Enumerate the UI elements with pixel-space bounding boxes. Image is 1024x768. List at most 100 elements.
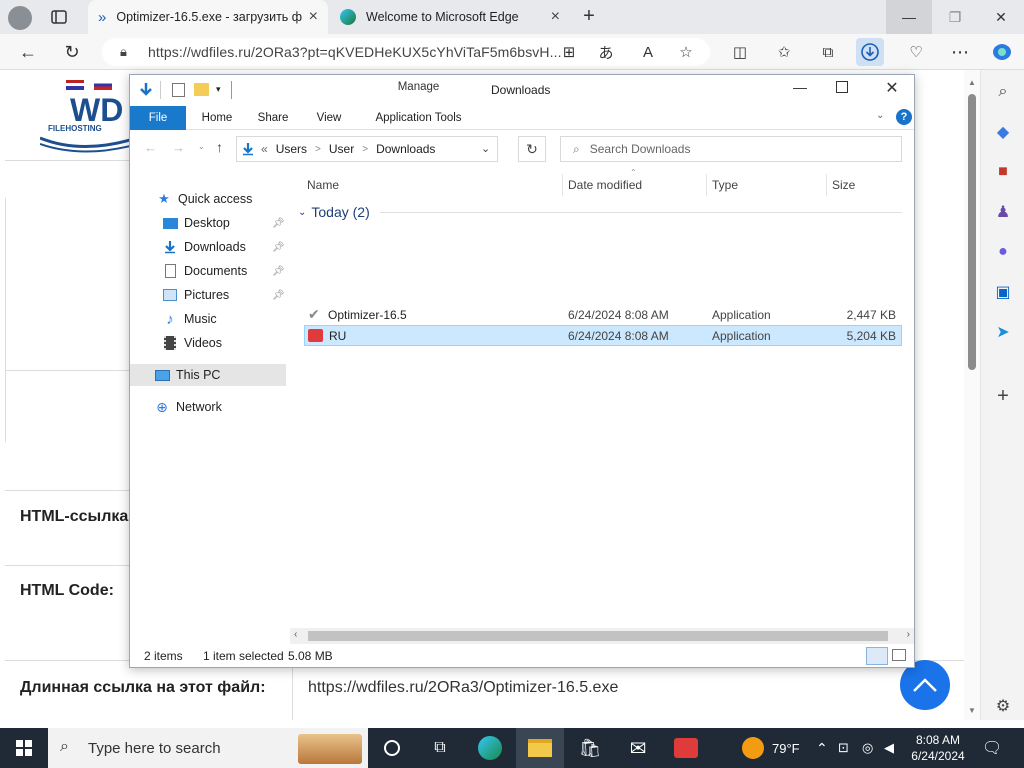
up-arrow-icon[interactable]: ↑ [216,139,223,155]
performance-icon[interactable]: ♡ [902,38,930,66]
mail-envelope-icon[interactable]: ✉ [614,728,662,768]
tools-briefcase-icon[interactable]: ■ [991,160,1015,184]
search-icon[interactable]: ⌕ [991,80,1015,104]
pin-icon[interactable]: 📌︎ [272,266,285,277]
breadcrumb[interactable]: « Users > User > Downloads ⌄ [236,136,498,162]
help-icon[interactable]: ? [896,109,912,125]
breadcrumb-overflow[interactable]: « [261,142,268,156]
notifications-icon[interactable]: 🗨︎ [982,728,1002,768]
split-screen-icon[interactable]: ◫ [726,38,754,66]
close-tab-icon[interactable]: × [551,8,560,26]
downloads-icon[interactable] [856,38,884,66]
collections-icon[interactable]: ⧉ [814,38,842,66]
more-menu-icon[interactable]: ⋯ [946,38,974,66]
games-icon[interactable]: ♟ [991,200,1015,224]
search-downloads-input[interactable]: ⌕ Search Downloads [560,136,902,162]
nav-desktop[interactable]: Desktop 📌︎ [130,212,286,234]
scrollbar-thumb[interactable] [968,94,976,370]
pin-icon[interactable]: 📌︎ [272,290,285,301]
favorite-star-icon[interactable]: ☆ [672,38,700,66]
close-button[interactable]: ✕ [882,78,902,98]
scroll-down-arrow-icon[interactable]: ▼ [968,706,976,715]
file-row-ru[interactable]: RU 6/24/2024 8:08 AM Application 5,204 K… [304,325,902,346]
read-aloud-icon[interactable]: A [634,38,662,66]
weather-widget[interactable]: 79°F [742,728,800,768]
shopping-tag-icon[interactable]: ◆ [991,120,1015,144]
scroll-right-arrow-icon[interactable]: › [907,629,910,640]
refresh-button[interactable]: ↻ [518,136,546,162]
tab-application-tools[interactable]: Application Tools [359,106,478,130]
nav-quick-access[interactable]: ★ Quick access [130,188,286,210]
nav-documents[interactable]: Documents 📌︎ [130,260,286,282]
horizontal-scrollbar-thumb[interactable] [308,631,888,641]
back-arrow-icon[interactable]: ← [14,38,42,66]
tab-file[interactable]: File [130,106,186,130]
russian-flag-icon[interactable] [94,80,112,90]
column-size[interactable]: Size [832,178,855,192]
manage-label[interactable]: Manage [359,81,478,93]
store-bag-icon[interactable]: 🛍︎ [566,728,614,768]
breadcrumb-downloads[interactable]: Downloads [376,142,435,156]
tab-share[interactable]: Share [250,106,296,130]
start-windows-icon[interactable] [0,728,48,768]
address-dropdown-chevron-icon[interactable]: ⌄ [481,142,490,155]
breadcrumb-users[interactable]: Users [276,142,307,156]
tab-home[interactable]: Home [192,106,242,130]
tray-chevron-up-icon[interactable]: ⌃ [816,728,828,768]
refresh-icon[interactable]: ↻ [58,38,86,66]
column-separator[interactable] [562,174,563,196]
tab-welcome-edge[interactable]: Welcome to Microsoft Edge × [330,0,570,34]
recent-locations-chevron-icon[interactable]: ⌄ [198,142,205,151]
column-date-modified[interactable]: Date modified [568,178,642,192]
nav-this-pc[interactable]: This PC [130,364,286,386]
microsoft365-icon[interactable]: ● [991,240,1015,264]
nav-music[interactable]: ♪ Music [130,308,286,330]
large-icons-view-icon[interactable] [892,649,906,661]
file-explorer-taskbar-icon[interactable] [516,728,564,768]
details-view-icon[interactable] [866,647,888,665]
properties-check-icon[interactable] [172,83,185,97]
drop-send-icon[interactable]: ➤ [991,320,1015,344]
nav-pictures[interactable]: Pictures 📌︎ [130,284,286,306]
column-name[interactable]: Name [307,178,339,192]
close-tab-icon[interactable]: × [309,8,318,26]
scroll-left-arrow-icon[interactable]: ‹ [294,629,297,640]
english-flag-icon[interactable] [66,80,84,90]
nav-network[interactable]: ⊕ Network [130,396,286,418]
minimize-button[interactable]: — [790,79,810,95]
settings-gear-icon[interactable]: ⚙ [991,694,1015,718]
customize-toolbar-icon[interactable]: ▾ [216,84,221,95]
restore-button[interactable]: ❐ [932,0,978,34]
task-view-icon[interactable]: ⧉ [416,728,464,768]
file-row-optimizer[interactable]: ✔ Optimizer-16.5 6/24/2024 8:08 AM Appli… [304,304,902,325]
forward-arrow-icon[interactable]: → [172,140,185,155]
column-type[interactable]: Type [712,178,738,192]
translate-icon[interactable]: あ [592,38,620,66]
app-available-icon[interactable]: ⊞ [555,38,583,66]
tab-optimizer[interactable]: » Optimizer-16.5.exe - загрузить ф × [88,0,328,34]
edge-taskbar-icon[interactable] [466,728,514,768]
tray-wifi-icon[interactable]: ◎ [862,728,873,768]
scroll-up-arrow-icon[interactable]: ▲ [968,78,976,87]
clock[interactable]: 8:08 AM 6/24/2024 [906,728,970,768]
close-window-button[interactable]: ✕ [978,0,1024,34]
column-separator[interactable] [826,174,827,196]
long-link-value[interactable]: https://wdfiles.ru/2ORa3/Optimizer-16.5.… [308,679,618,697]
pin-icon[interactable]: 📌︎ [272,218,285,229]
search-highlight-icon[interactable] [298,734,362,764]
add-plus-icon[interactable]: + [991,384,1015,408]
new-tab-plus-icon[interactable]: + [578,5,600,27]
copilot-icon[interactable] [988,38,1016,66]
tray-volume-icon[interactable]: ◀ [884,728,894,768]
ribbon-expand-chevron-icon[interactable]: ⌄ [876,110,884,121]
page-scrollbar[interactable]: ▲ ▼ [964,70,980,720]
new-folder-icon[interactable] [194,83,209,96]
minimize-button[interactable]: — [886,0,932,34]
ru-app-taskbar-icon[interactable] [662,728,710,768]
profile-avatar-icon[interactable] [8,6,32,30]
group-today[interactable]: ⌄ Today (2) [298,204,902,220]
taskbar-search-input[interactable]: ⌕ Type here to search [48,728,368,768]
nav-videos[interactable]: Videos [130,332,286,354]
tab-actions-icon[interactable] [50,8,68,26]
tab-view[interactable]: View [306,106,352,130]
